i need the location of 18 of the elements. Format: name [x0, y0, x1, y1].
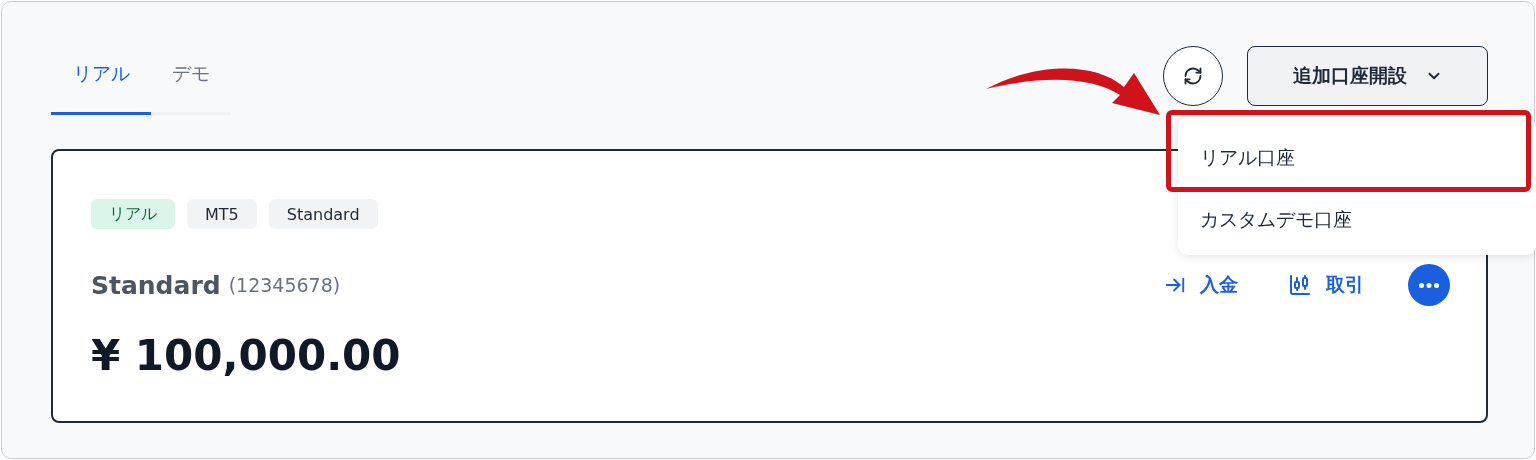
account-tag: リアル — [91, 199, 175, 229]
trade-button[interactable]: 取引 — [1288, 272, 1364, 298]
account-tag: MT5 — [187, 199, 257, 229]
more-button[interactable] — [1408, 264, 1450, 306]
account-balance: ¥ 100,000.00 — [91, 331, 402, 380]
tab[interactable]: リアル — [51, 52, 151, 115]
account-tag: Standard — [268, 199, 378, 229]
refresh-icon — [1183, 66, 1203, 86]
refresh-button[interactable] — [1163, 46, 1223, 106]
candlestick-chart-icon — [1288, 273, 1312, 297]
deposit-button[interactable]: 入金 — [1164, 272, 1238, 298]
menu-item[interactable]: リアル口座 — [1178, 131, 1524, 185]
tab[interactable]: デモ — [151, 52, 231, 115]
account-number: (12345678) — [228, 274, 341, 296]
more-icon — [1419, 282, 1439, 288]
menu-item[interactable]: カスタムデモ口座 — [1178, 193, 1524, 247]
account-name: Standard — [91, 270, 221, 300]
open-account-button[interactable]: 追加口座開設 — [1247, 46, 1488, 106]
